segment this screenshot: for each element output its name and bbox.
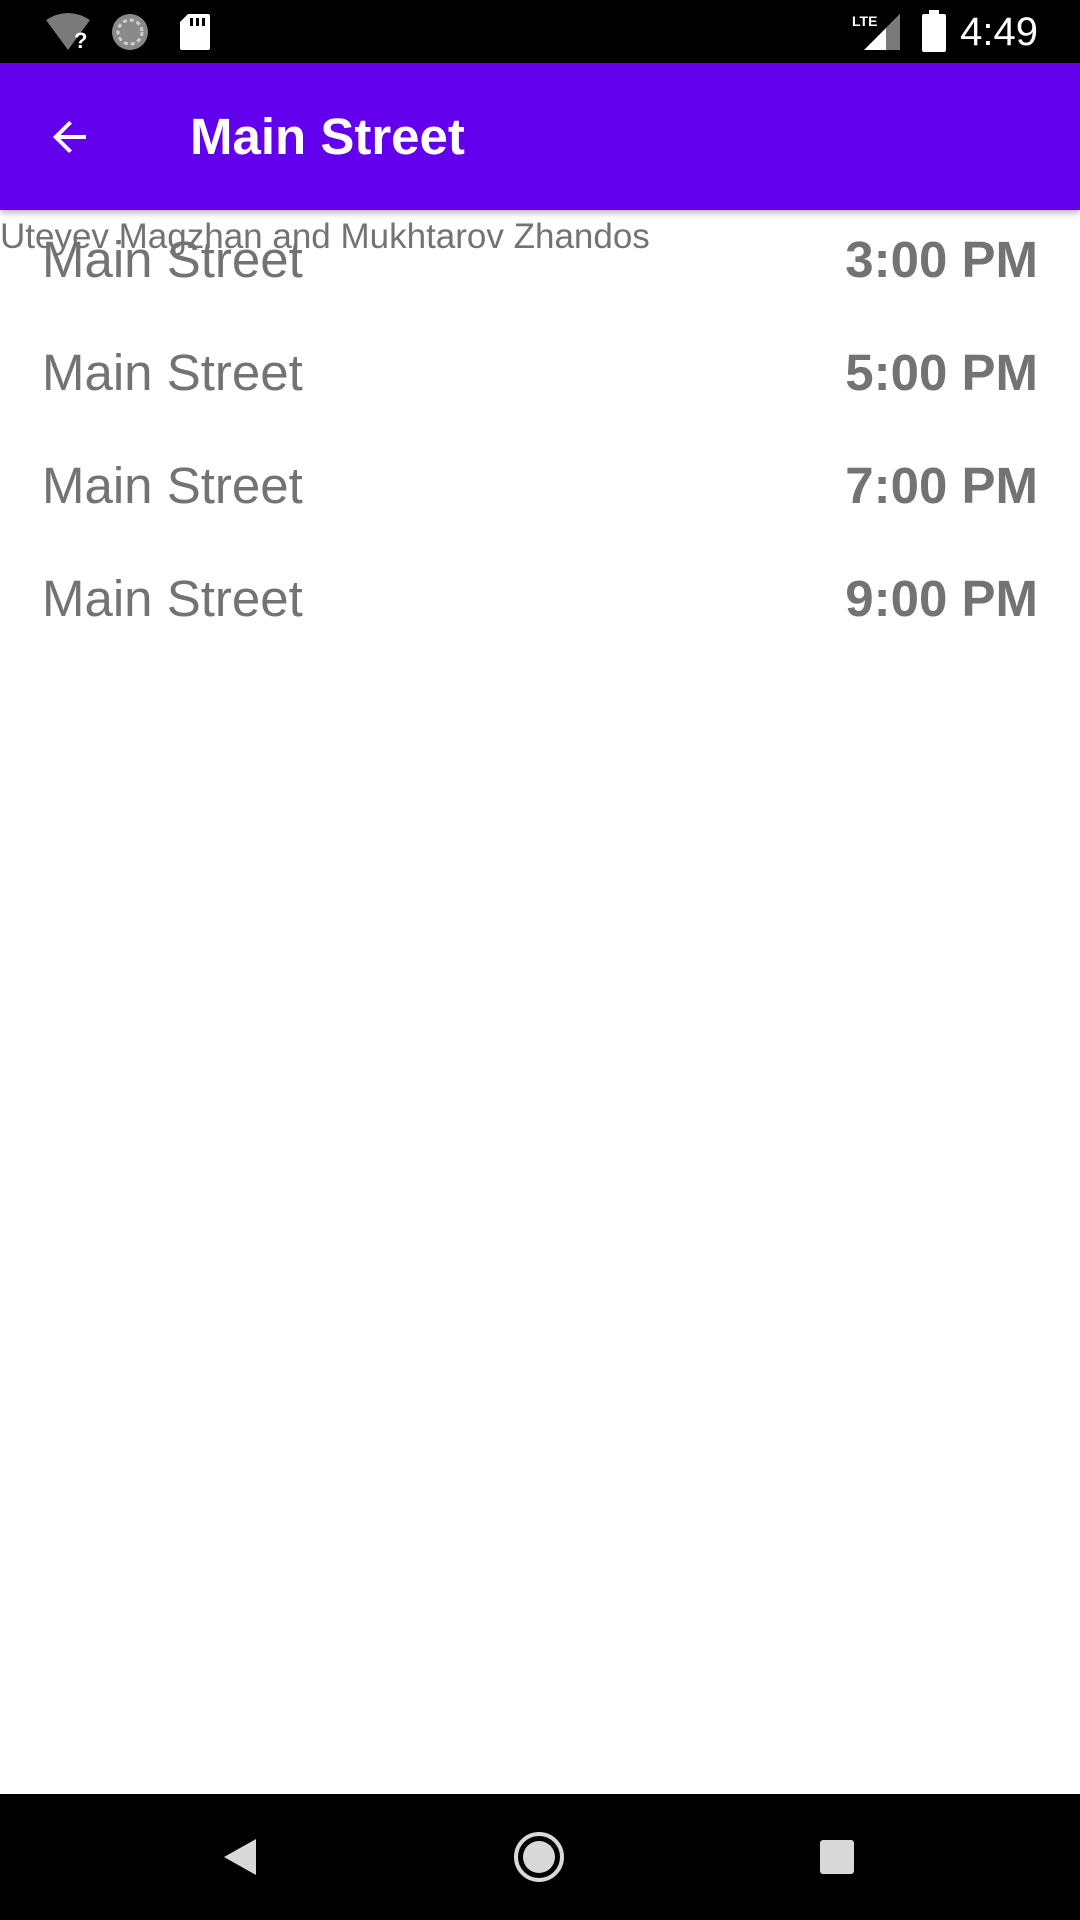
stop-name: Main Street: [42, 344, 303, 401]
authors-label: Uteyev Magzhan and Mukhtarov Zhandos: [0, 217, 650, 256]
status-bar: ? LTE 4:49: [0, 0, 1080, 63]
status-clock: 4:49: [960, 10, 1038, 54]
nav-recents-button[interactable]: [802, 1822, 872, 1892]
arrow-back-icon: [53, 121, 86, 153]
schedule-content: Uteyev Magzhan and Mukhtarov Zhandos Mai…: [0, 210, 1080, 1794]
lte-signal-icon: LTE: [852, 13, 900, 50]
departure-time: 7:00 PM: [845, 457, 1038, 514]
nav-back-button[interactable]: [206, 1822, 276, 1892]
battery-icon: [922, 10, 946, 52]
schedule-row[interactable]: Main Street 7:00 PM: [0, 436, 1080, 549]
recents-square-icon: [820, 1840, 854, 1874]
svg-text:?: ?: [74, 28, 87, 52]
back-triangle-icon: [224, 1839, 256, 1875]
system-nav-bar: [0, 1794, 1080, 1920]
sd-card-icon: [180, 14, 210, 50]
schedule-row[interactable]: Main Street 5:00 PM: [0, 323, 1080, 436]
nav-home-button[interactable]: [504, 1822, 574, 1892]
svg-text:LTE: LTE: [852, 13, 877, 29]
wifi-unknown-icon: ?: [46, 13, 90, 52]
back-button[interactable]: [28, 95, 112, 179]
app-bar: Main Street: [0, 63, 1080, 210]
departure-time: 5:00 PM: [845, 344, 1038, 401]
page-title: Main Street: [190, 108, 465, 165]
departure-time: 9:00 PM: [845, 570, 1038, 627]
departure-time: 3:00 PM: [845, 231, 1038, 288]
stop-name: Main Street: [42, 457, 303, 514]
sync-icon: [112, 14, 148, 50]
stop-name: Main Street: [42, 570, 303, 627]
home-circle-icon: [514, 1832, 564, 1882]
schedule-row[interactable]: Main Street 9:00 PM: [0, 549, 1080, 662]
